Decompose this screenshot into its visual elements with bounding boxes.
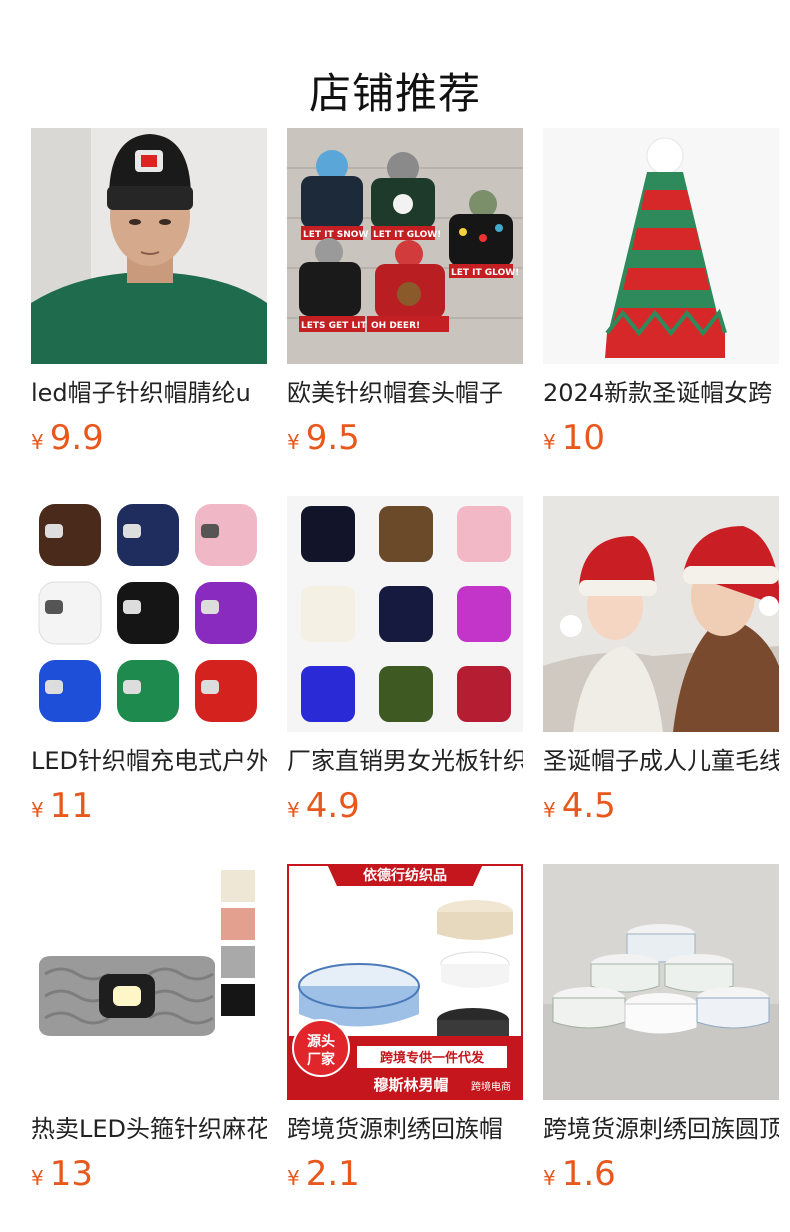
ad-channel-text: 跨境电商 [471,1080,511,1093]
currency-symbol: ¥ [31,798,44,822]
product-name[interactable]: 跨境货源刺绣回族圆顶 [543,1112,779,1146]
product-card[interactable]: led帽子针织帽腈纶u ¥9.9 [31,128,267,458]
product-name[interactable]: 热卖LED头箍针织麻花 [31,1112,267,1146]
hat-label-text: OH DEER! [371,321,420,331]
hat-label-text: LET IT GLOW! [373,230,441,240]
product-image-led-beanie-color-grid[interactable] [31,496,267,732]
hat-label-text: LET IT GLOW! [451,268,519,278]
product-name[interactable]: 跨境货源刺绣回族帽 [287,1112,523,1146]
section-title: 店铺推荐 [308,69,481,119]
price-value: 11 [49,786,93,826]
hat-label-text: LET IT SNOW [303,230,368,240]
ad-product-text: 穆斯林男帽 [373,1076,448,1094]
product-price: ¥4.9 [287,784,360,828]
product-card[interactable]: 依德行纺织品 源头 厂家 跨境专供一件代发 穆斯林男帽 跨境电商 跨境货源刺绣回… [287,864,523,1194]
product-price: ¥9.5 [287,416,360,460]
product-card[interactable]: 跨境货源刺绣回族圆顶 ¥1.6 [543,864,779,1194]
product-name[interactable]: 2024新款圣诞帽女跨 [543,376,779,410]
ad-badge-text: 厂家 [307,1051,336,1068]
product-image-elf-striped-hat[interactable] [543,128,779,364]
product-card[interactable]: LET IT SNOW LET IT GLOW! LET IT GLOW! LE… [287,128,523,458]
price-value: 9.9 [49,418,104,458]
price-value: 4.5 [561,786,616,826]
currency-symbol: ¥ [287,798,300,822]
ad-tagline-text: 跨境专供一件代发 [380,1050,485,1066]
product-card[interactable]: 厂家直销男女光板针织 ¥4.9 [287,496,523,826]
currency-symbol: ¥ [31,430,44,454]
product-image-led-knit-headband[interactable] [31,864,267,1100]
product-image-stacked-prayer-caps[interactable] [543,864,779,1100]
price-value: 4.9 [305,786,360,826]
currency-symbol: ¥ [543,430,556,454]
price-value: 2.1 [305,1154,360,1194]
product-price: ¥4.5 [543,784,616,828]
currency-symbol: ¥ [31,1166,44,1190]
product-price: ¥1.6 [543,1152,616,1196]
product-price: ¥2.1 [287,1152,360,1196]
product-name[interactable]: led帽子针织帽腈纶u [31,376,267,410]
product-price: ¥10 [543,416,605,460]
price-value: 10 [561,418,605,458]
ad-banner-text: 依德行纺织品 [363,867,447,884]
product-image-christmas-light-up-beanies[interactable]: LET IT SNOW LET IT GLOW! LET IT GLOW! LE… [287,128,523,364]
product-card[interactable]: 热卖LED头箍针织麻花 ¥13 [31,864,267,1194]
product-price: ¥11 [31,784,93,828]
product-price: ¥13 [31,1152,93,1196]
product-name[interactable]: 圣诞帽子成人儿童毛线 [543,744,779,778]
currency-symbol: ¥ [543,798,556,822]
product-image-muslim-prayer-caps-ad[interactable]: 依德行纺织品 源头 厂家 跨境专供一件代发 穆斯林男帽 跨境电商 [287,864,523,1100]
currency-symbol: ¥ [287,1166,300,1190]
product-card[interactable]: 圣诞帽子成人儿童毛线 ¥4.5 [543,496,779,826]
ad-badge-text: 源头 [307,1033,335,1050]
product-card[interactable]: LED针织帽充电式户外 ¥11 [31,496,267,826]
hat-label-text: LETS GET LIT [301,321,368,331]
product-price: ¥9.9 [31,416,104,460]
product-image-man-black-led-beanie[interactable] [31,128,267,364]
product-name[interactable]: 欧美针织帽套头帽子 [287,376,523,410]
price-value: 1.6 [561,1154,616,1194]
price-value: 9.5 [305,418,360,458]
product-image-mother-child-santa-hats[interactable] [543,496,779,732]
product-name[interactable]: LED针织帽充电式户外 [31,744,267,778]
product-name[interactable]: 厂家直销男女光板针织 [287,744,523,778]
currency-symbol: ¥ [543,1166,556,1190]
currency-symbol: ¥ [287,430,300,454]
product-card[interactable]: 2024新款圣诞帽女跨 ¥10 [543,128,779,458]
product-image-plain-beanie-color-grid[interactable] [287,496,523,732]
price-value: 13 [49,1154,93,1194]
